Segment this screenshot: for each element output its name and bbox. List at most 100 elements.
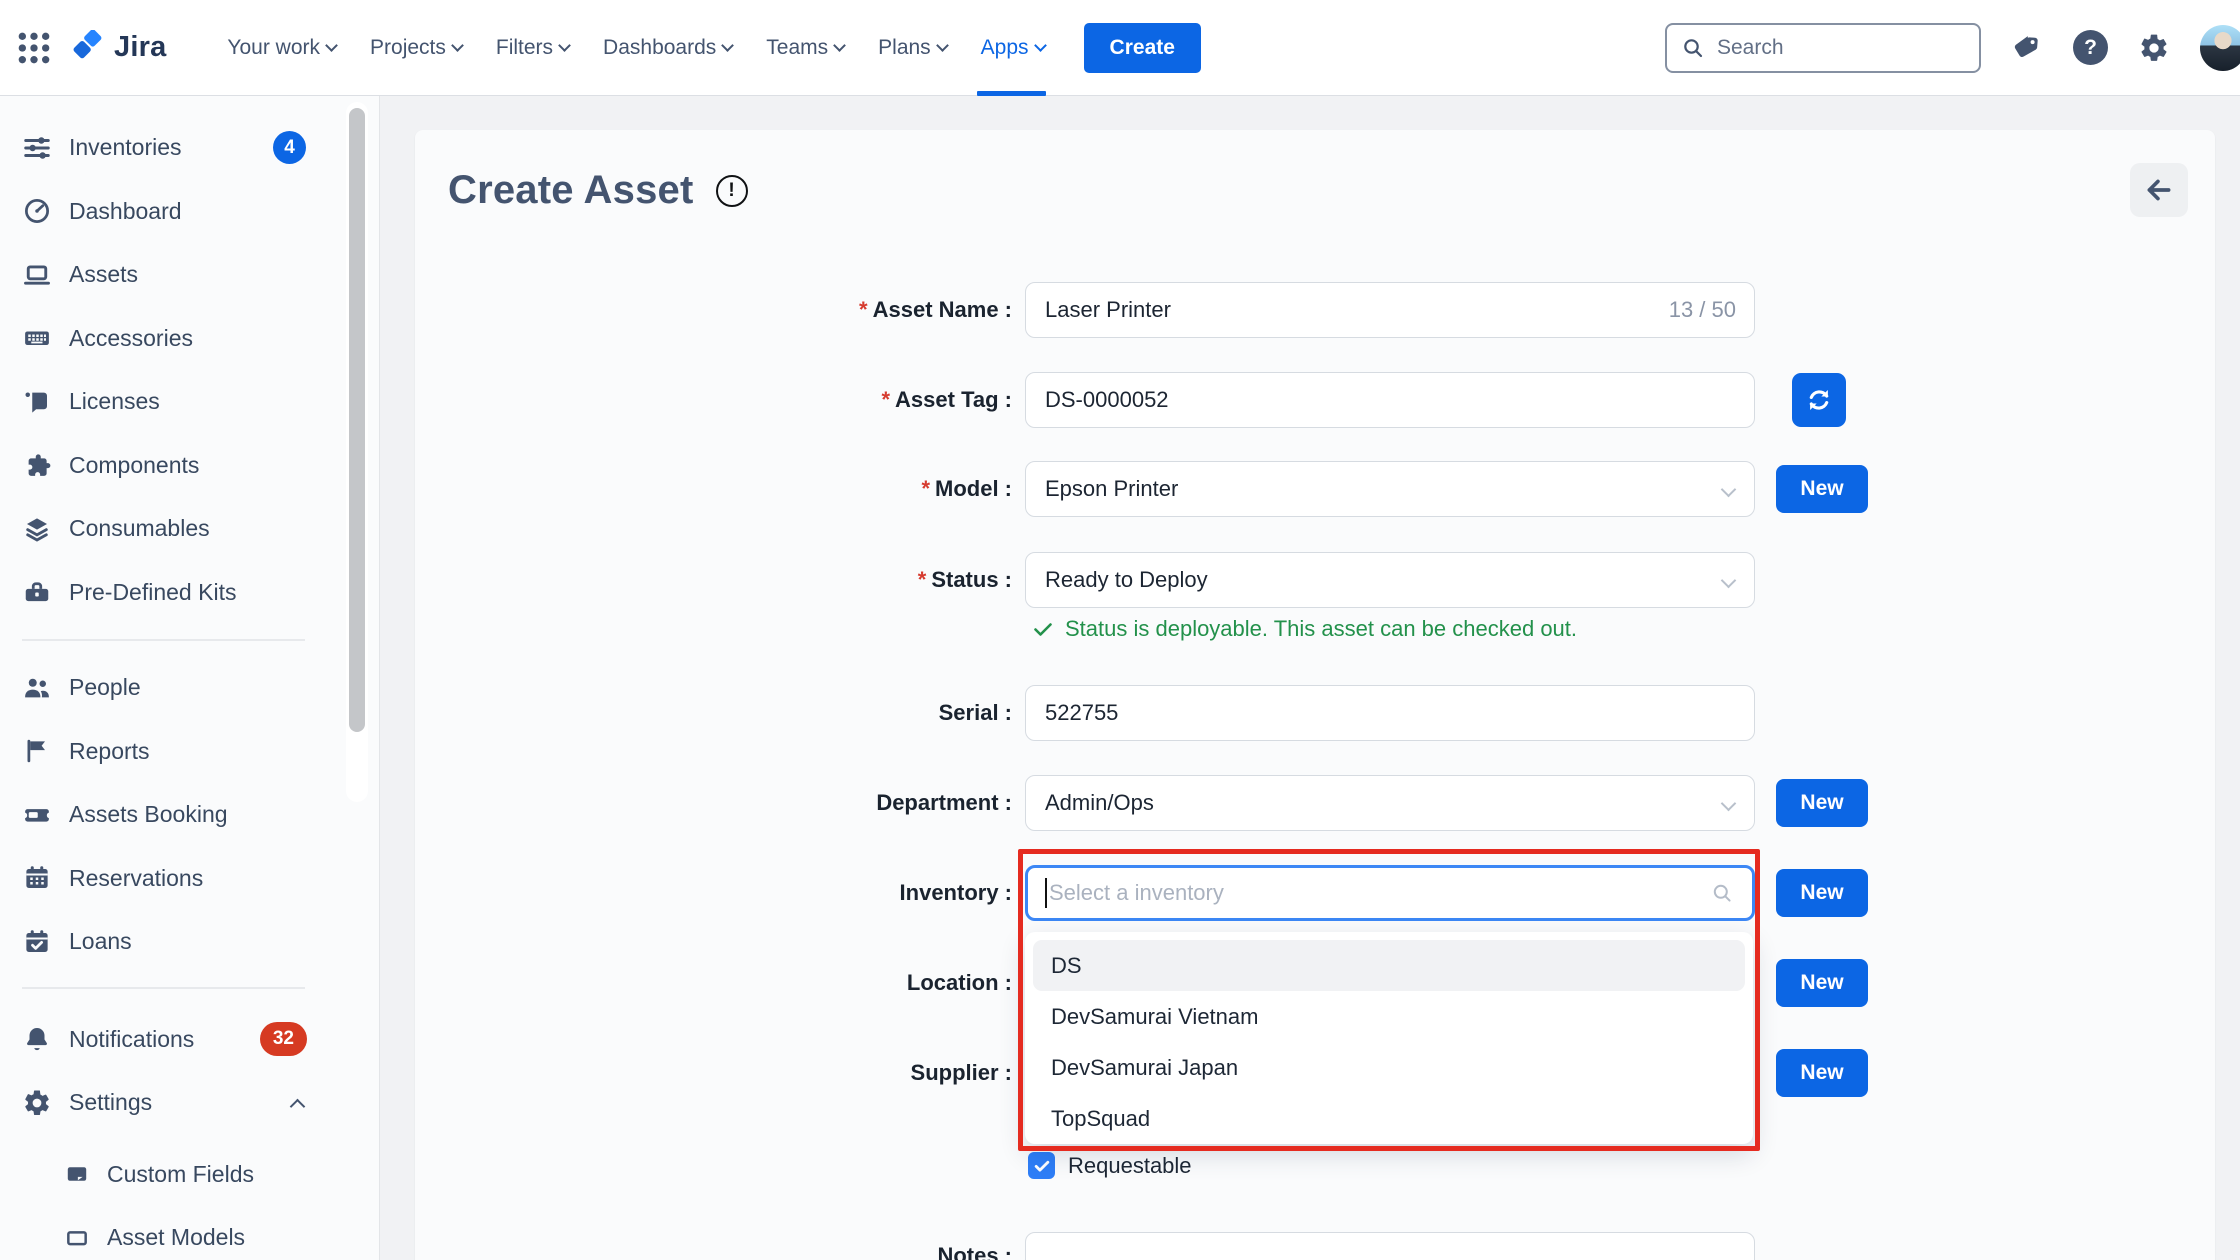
logo-text: Jira [114, 31, 166, 64]
nav-projects[interactable]: Projects [353, 0, 479, 96]
nav-plans[interactable]: Plans [861, 0, 964, 96]
sidebar-item-licenses[interactable]: Licenses [0, 370, 379, 434]
chevron-down-icon [558, 39, 571, 52]
check-icon [1032, 1156, 1052, 1176]
laptop-icon [22, 260, 52, 290]
inventory-option[interactable]: DevSamurai Japan [1033, 1042, 1745, 1093]
inventory-option[interactable]: DS [1033, 940, 1745, 991]
sidebar-item-components[interactable]: Components [0, 434, 379, 498]
new-department-button[interactable]: New [1776, 779, 1868, 827]
status-label: *Status : [460, 552, 1012, 608]
calendar-check-icon [22, 927, 52, 957]
new-location-button[interactable]: New [1776, 959, 1868, 1007]
sidebar-item-consumables[interactable]: Consumables [0, 497, 379, 561]
notifications-count-badge: 32 [260, 1022, 307, 1056]
notes-label: Notes : [460, 1228, 1012, 1260]
sidebar-item-asset-models[interactable]: Asset Models [0, 1206, 379, 1260]
location-label: Location : [460, 955, 1012, 1011]
sidebar-item-notifications[interactable]: Notifications 32 [0, 1008, 379, 1072]
regenerate-tag-button[interactable] [1792, 373, 1846, 427]
license-icon [22, 387, 52, 417]
arrow-left-icon [2144, 175, 2174, 205]
card-icon [64, 1161, 90, 1187]
status-deployable-message: Status is deployable. This asset can be … [1031, 616, 1577, 642]
refresh-icon [1805, 386, 1833, 414]
notes-textarea[interactable] [1025, 1232, 1755, 1260]
asset-tag-input[interactable]: DS-0000052 [1025, 372, 1755, 428]
asset-tag-label: *Asset Tag : [460, 372, 1012, 428]
inventory-option[interactable]: TopSquad [1033, 1093, 1745, 1144]
primary-nav: Your work Projects Filters Dashboards Te… [210, 0, 1061, 96]
rectangle-icon [64, 1225, 90, 1251]
nav-dashboards[interactable]: Dashboards [586, 0, 749, 96]
app-switcher-icon[interactable] [14, 28, 54, 68]
status-select[interactable]: Ready to Deploy [1025, 552, 1755, 608]
search-icon [1681, 36, 1705, 60]
back-button[interactable] [2130, 163, 2188, 217]
sidebar-divider [22, 987, 305, 989]
tag-button[interactable] [2011, 32, 2043, 64]
sidebar-item-pre-defined-kits[interactable]: Pre-Defined Kits [0, 561, 379, 625]
serial-input[interactable]: 522755 [1025, 685, 1755, 741]
nav-teams[interactable]: Teams [749, 0, 861, 96]
new-supplier-button[interactable]: New [1776, 1049, 1868, 1097]
settings-button[interactable] [2138, 32, 2170, 64]
sidebar-item-settings[interactable]: Settings [0, 1071, 379, 1135]
sidebar-item-reports[interactable]: Reports [0, 720, 379, 784]
chevron-down-icon [936, 39, 949, 52]
search-icon [1710, 881, 1734, 905]
inventory-options-dropdown: DS DevSamurai Vietnam DevSamurai Japan T… [1025, 932, 1753, 1144]
ticket-icon [22, 800, 52, 830]
requestable-checkbox[interactable] [1028, 1152, 1055, 1179]
help-button[interactable]: ? [2073, 30, 2108, 65]
tag-icon [2011, 32, 2043, 64]
new-model-button[interactable]: New [1776, 465, 1868, 513]
requestable-label: Requestable [1068, 1152, 1192, 1179]
required-marker: * [881, 387, 890, 412]
search-placeholder: Search [1717, 36, 1784, 60]
sidebar-item-assets[interactable]: Assets [0, 243, 379, 307]
sidebar-scrollbar[interactable] [346, 102, 368, 802]
chevron-up-icon [290, 1099, 306, 1115]
scrollbar-thumb[interactable] [349, 108, 365, 732]
gear-icon [2138, 32, 2170, 64]
sidebar-item-dashboard[interactable]: Dashboard [0, 180, 379, 244]
required-marker: * [859, 297, 868, 322]
department-select[interactable]: Admin/Ops [1025, 775, 1755, 831]
inventory-search-input[interactable]: Select a inventory [1025, 865, 1755, 921]
sidebar-item-loans[interactable]: Loans [0, 910, 379, 974]
sidebar-item-inventories[interactable]: Inventories 4 [0, 116, 379, 180]
nav-your-work[interactable]: Your work [210, 0, 353, 96]
header-right-group: Search ? [1665, 23, 2240, 73]
puzzle-icon [22, 450, 52, 480]
inventory-option[interactable]: DevSamurai Vietnam [1033, 991, 1745, 1042]
flag-icon [22, 736, 52, 766]
sidebar-item-accessories[interactable]: Accessories [0, 307, 379, 371]
user-avatar[interactable] [2200, 25, 2240, 71]
sidebar-item-assets-booking[interactable]: Assets Booking [0, 783, 379, 847]
create-button[interactable]: Create [1084, 23, 1201, 73]
jira-logo[interactable]: Jira [70, 30, 166, 66]
model-select[interactable]: Epson Printer [1025, 461, 1755, 517]
sidebar-item-reservations[interactable]: Reservations [0, 847, 379, 911]
serial-label: Serial : [460, 685, 1012, 741]
inventories-count-badge: 4 [273, 131, 306, 164]
asset-name-input[interactable]: Laser Printer 13 / 50 [1025, 282, 1755, 338]
bell-icon [22, 1024, 52, 1054]
page-title-row: Create Asset ! [448, 168, 748, 213]
inventory-label: Inventory : [460, 865, 1012, 921]
sidebar-item-custom-fields[interactable]: Custom Fields [0, 1143, 379, 1207]
required-marker: * [918, 567, 927, 592]
toolbox-icon [22, 577, 52, 607]
chevron-down-icon [1721, 796, 1737, 812]
global-search-input[interactable]: Search [1665, 23, 1981, 73]
keyboard-icon [22, 323, 52, 353]
sidebar-item-people[interactable]: People [0, 656, 379, 720]
info-icon[interactable]: ! [716, 175, 748, 207]
sliders-icon [22, 133, 52, 163]
department-label: Department : [460, 775, 1012, 831]
nav-filters[interactable]: Filters [479, 0, 586, 96]
nav-apps[interactable]: Apps [964, 0, 1062, 96]
new-inventory-button[interactable]: New [1776, 869, 1868, 917]
page-title: Create Asset [448, 168, 694, 213]
